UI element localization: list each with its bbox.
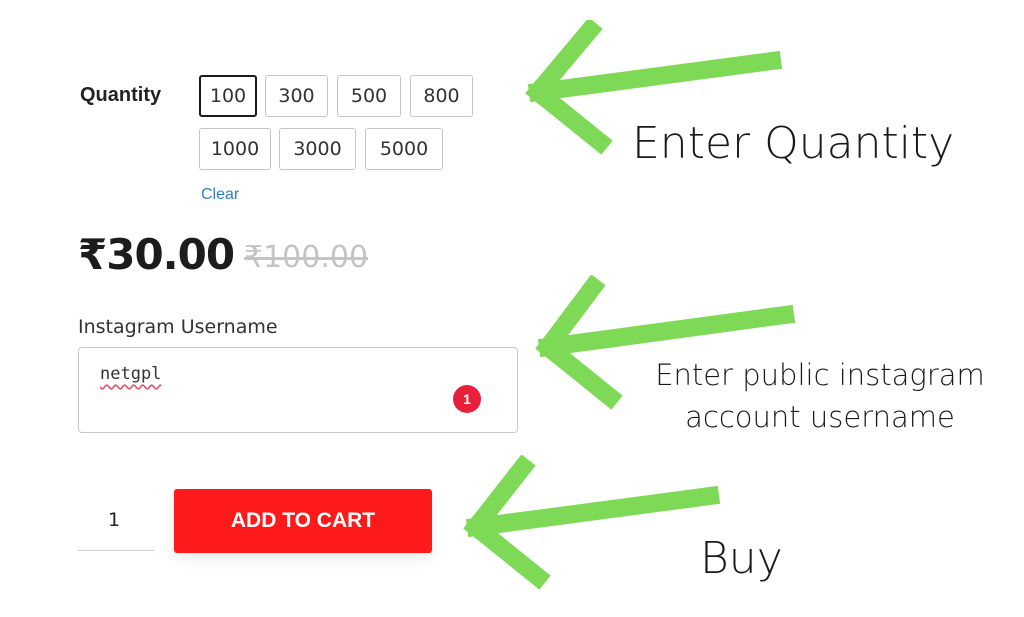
quantity-option-300[interactable]: 300 bbox=[265, 75, 328, 117]
quantity-option-100[interactable]: 100 bbox=[199, 75, 257, 117]
add-to-cart-button[interactable]: ADD TO CART bbox=[174, 489, 432, 553]
sale-price: ₹30.00 bbox=[78, 230, 235, 279]
regular-price: ₹100.00 bbox=[244, 240, 369, 275]
arrow-left-icon bbox=[463, 455, 721, 590]
quantity-option-500[interactable]: 500 bbox=[337, 75, 401, 117]
instagram-username-label: Instagram Username bbox=[78, 316, 278, 338]
quantity-option-800[interactable]: 800 bbox=[410, 75, 473, 117]
enter-quantity-annotation: Enter Quantity bbox=[632, 118, 955, 169]
quantity-option-1000[interactable]: 1000 bbox=[199, 128, 271, 170]
cart-quantity-input[interactable]: 1 bbox=[78, 490, 154, 551]
error-count-badge: 1 bbox=[453, 385, 481, 413]
buy-annotation: Buy bbox=[700, 533, 783, 584]
quantity-option-5000[interactable]: 5000 bbox=[365, 128, 443, 170]
quantity-label: Quantity bbox=[80, 84, 162, 106]
quantity-option-3000[interactable]: 3000 bbox=[279, 128, 356, 170]
username-value: netgpl bbox=[100, 364, 162, 384]
instagram-username-field[interactable]: netgpl 1 bbox=[78, 347, 518, 433]
enter-username-annotation: Enter public instagram account username bbox=[655, 358, 985, 434]
clear-link[interactable]: Clear bbox=[201, 186, 239, 204]
